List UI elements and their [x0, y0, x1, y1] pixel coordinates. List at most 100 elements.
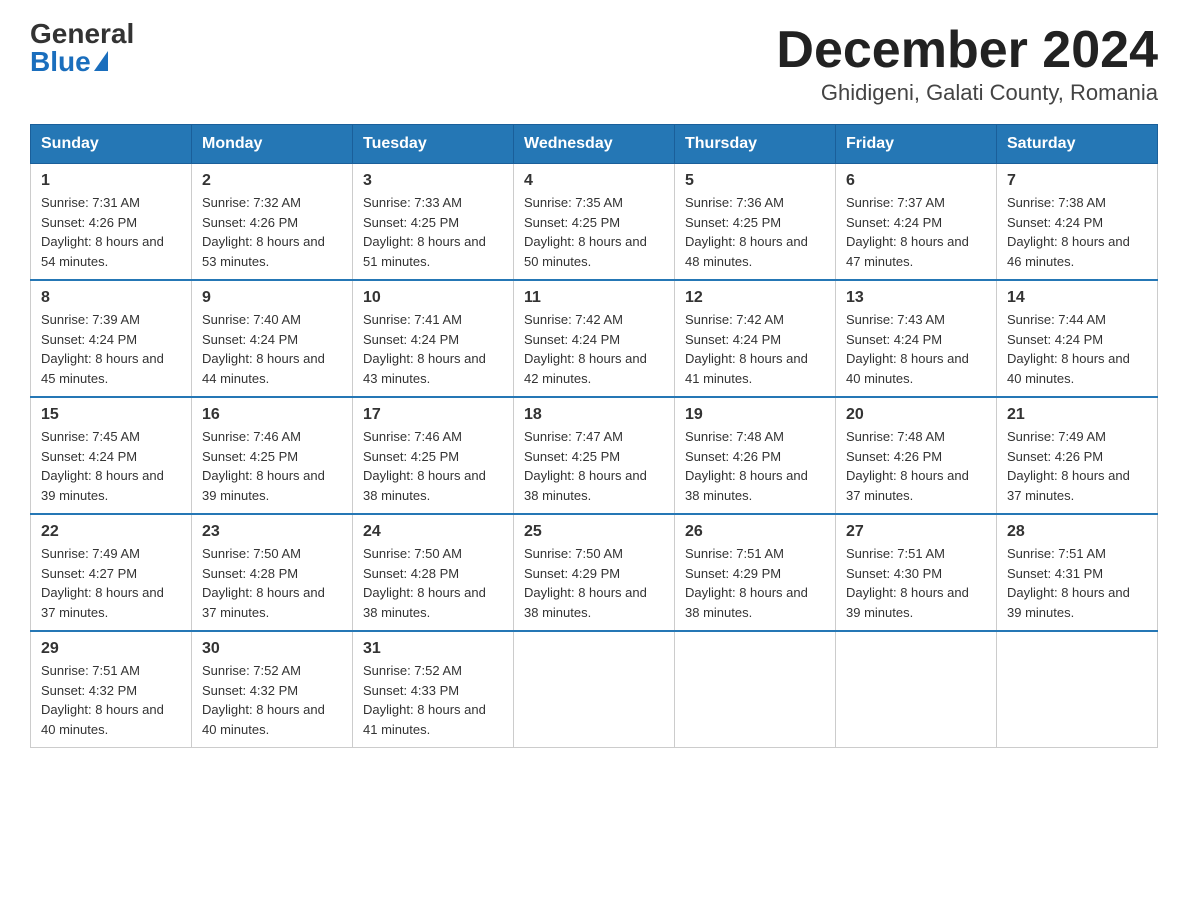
day-info: Sunrise: 7:40 AM Sunset: 4:24 PM Dayligh… — [202, 310, 342, 388]
calendar-cell: 26 Sunrise: 7:51 AM Sunset: 4:29 PM Dayl… — [675, 514, 836, 631]
day-info: Sunrise: 7:52 AM Sunset: 4:33 PM Dayligh… — [363, 661, 503, 739]
daylight-label: Daylight: 8 hours and 39 minutes. — [202, 468, 325, 503]
sunrise-label: Sunrise: 7:51 AM — [846, 546, 945, 561]
sunset-label: Sunset: 4:26 PM — [846, 449, 942, 464]
day-number: 13 — [846, 289, 986, 307]
day-number: 3 — [363, 172, 503, 190]
calendar-cell: 7 Sunrise: 7:38 AM Sunset: 4:24 PM Dayli… — [997, 164, 1158, 281]
calendar-subtitle: Ghidigeni, Galati County, Romania — [776, 80, 1158, 106]
sunrise-label: Sunrise: 7:51 AM — [1007, 546, 1106, 561]
day-info: Sunrise: 7:51 AM Sunset: 4:32 PM Dayligh… — [41, 661, 181, 739]
calendar-title: December 2024 — [776, 20, 1158, 80]
page-header: General Blue December 2024 Ghidigeni, Ga… — [30, 20, 1158, 106]
header-friday: Friday — [836, 125, 997, 164]
day-number: 23 — [202, 523, 342, 541]
sunrise-label: Sunrise: 7:47 AM — [524, 429, 623, 444]
day-info: Sunrise: 7:50 AM Sunset: 4:29 PM Dayligh… — [524, 544, 664, 622]
sunrise-label: Sunrise: 7:40 AM — [202, 312, 301, 327]
daylight-label: Daylight: 8 hours and 48 minutes. — [685, 234, 808, 269]
daylight-label: Daylight: 8 hours and 39 minutes. — [1007, 585, 1130, 620]
daylight-label: Daylight: 8 hours and 45 minutes. — [41, 351, 164, 386]
calendar-cell — [836, 631, 997, 748]
header-wednesday: Wednesday — [514, 125, 675, 164]
daylight-label: Daylight: 8 hours and 42 minutes. — [524, 351, 647, 386]
daylight-label: Daylight: 8 hours and 39 minutes. — [846, 585, 969, 620]
sunrise-label: Sunrise: 7:51 AM — [41, 663, 140, 678]
calendar-cell: 21 Sunrise: 7:49 AM Sunset: 4:26 PM Dayl… — [997, 397, 1158, 514]
header-monday: Monday — [192, 125, 353, 164]
daylight-label: Daylight: 8 hours and 40 minutes. — [202, 702, 325, 737]
sunset-label: Sunset: 4:24 PM — [846, 215, 942, 230]
calendar-cell: 30 Sunrise: 7:52 AM Sunset: 4:32 PM Dayl… — [192, 631, 353, 748]
sunrise-label: Sunrise: 7:35 AM — [524, 195, 623, 210]
calendar-week-1: 1 Sunrise: 7:31 AM Sunset: 4:26 PM Dayli… — [31, 164, 1158, 281]
calendar-cell: 27 Sunrise: 7:51 AM Sunset: 4:30 PM Dayl… — [836, 514, 997, 631]
calendar-week-2: 8 Sunrise: 7:39 AM Sunset: 4:24 PM Dayli… — [31, 280, 1158, 397]
daylight-label: Daylight: 8 hours and 47 minutes. — [846, 234, 969, 269]
sunset-label: Sunset: 4:24 PM — [685, 332, 781, 347]
day-info: Sunrise: 7:32 AM Sunset: 4:26 PM Dayligh… — [202, 193, 342, 271]
sunrise-label: Sunrise: 7:46 AM — [202, 429, 301, 444]
day-number: 5 — [685, 172, 825, 190]
daylight-label: Daylight: 8 hours and 37 minutes. — [202, 585, 325, 620]
day-number: 27 — [846, 523, 986, 541]
sunset-label: Sunset: 4:29 PM — [524, 566, 620, 581]
sunset-label: Sunset: 4:28 PM — [202, 566, 298, 581]
day-info: Sunrise: 7:42 AM Sunset: 4:24 PM Dayligh… — [685, 310, 825, 388]
sunset-label: Sunset: 4:25 PM — [524, 449, 620, 464]
calendar-cell: 4 Sunrise: 7:35 AM Sunset: 4:25 PM Dayli… — [514, 164, 675, 281]
daylight-label: Daylight: 8 hours and 50 minutes. — [524, 234, 647, 269]
header-thursday: Thursday — [675, 125, 836, 164]
day-info: Sunrise: 7:51 AM Sunset: 4:30 PM Dayligh… — [846, 544, 986, 622]
calendar-cell: 20 Sunrise: 7:48 AM Sunset: 4:26 PM Dayl… — [836, 397, 997, 514]
calendar-cell: 3 Sunrise: 7:33 AM Sunset: 4:25 PM Dayli… — [353, 164, 514, 281]
day-info: Sunrise: 7:39 AM Sunset: 4:24 PM Dayligh… — [41, 310, 181, 388]
sunset-label: Sunset: 4:33 PM — [363, 683, 459, 698]
calendar-cell: 24 Sunrise: 7:50 AM Sunset: 4:28 PM Dayl… — [353, 514, 514, 631]
sunset-label: Sunset: 4:26 PM — [202, 215, 298, 230]
sunrise-label: Sunrise: 7:36 AM — [685, 195, 784, 210]
day-info: Sunrise: 7:36 AM Sunset: 4:25 PM Dayligh… — [685, 193, 825, 271]
day-number: 16 — [202, 406, 342, 424]
day-number: 19 — [685, 406, 825, 424]
calendar-week-5: 29 Sunrise: 7:51 AM Sunset: 4:32 PM Dayl… — [31, 631, 1158, 748]
sunrise-label: Sunrise: 7:44 AM — [1007, 312, 1106, 327]
logo-general-text: General — [30, 20, 134, 48]
calendar-cell: 28 Sunrise: 7:51 AM Sunset: 4:31 PM Dayl… — [997, 514, 1158, 631]
day-info: Sunrise: 7:47 AM Sunset: 4:25 PM Dayligh… — [524, 427, 664, 505]
sunrise-label: Sunrise: 7:39 AM — [41, 312, 140, 327]
day-info: Sunrise: 7:33 AM Sunset: 4:25 PM Dayligh… — [363, 193, 503, 271]
sunset-label: Sunset: 4:25 PM — [524, 215, 620, 230]
title-block: December 2024 Ghidigeni, Galati County, … — [776, 20, 1158, 106]
sunrise-label: Sunrise: 7:46 AM — [363, 429, 462, 444]
day-info: Sunrise: 7:49 AM Sunset: 4:26 PM Dayligh… — [1007, 427, 1147, 505]
calendar-header-row: SundayMondayTuesdayWednesdayThursdayFrid… — [31, 125, 1158, 164]
sunset-label: Sunset: 4:24 PM — [1007, 332, 1103, 347]
calendar-cell: 16 Sunrise: 7:46 AM Sunset: 4:25 PM Dayl… — [192, 397, 353, 514]
calendar-cell — [514, 631, 675, 748]
header-saturday: Saturday — [997, 125, 1158, 164]
daylight-label: Daylight: 8 hours and 40 minutes. — [846, 351, 969, 386]
sunrise-label: Sunrise: 7:43 AM — [846, 312, 945, 327]
sunset-label: Sunset: 4:24 PM — [41, 449, 137, 464]
sunset-label: Sunset: 4:24 PM — [524, 332, 620, 347]
sunset-label: Sunset: 4:32 PM — [202, 683, 298, 698]
calendar-week-3: 15 Sunrise: 7:45 AM Sunset: 4:24 PM Dayl… — [31, 397, 1158, 514]
sunrise-label: Sunrise: 7:45 AM — [41, 429, 140, 444]
day-number: 24 — [363, 523, 503, 541]
day-number: 30 — [202, 640, 342, 658]
daylight-label: Daylight: 8 hours and 38 minutes. — [685, 585, 808, 620]
sunset-label: Sunset: 4:24 PM — [41, 332, 137, 347]
calendar-cell: 2 Sunrise: 7:32 AM Sunset: 4:26 PM Dayli… — [192, 164, 353, 281]
logo-triangle-icon — [94, 51, 108, 71]
sunset-label: Sunset: 4:32 PM — [41, 683, 137, 698]
day-number: 22 — [41, 523, 181, 541]
daylight-label: Daylight: 8 hours and 41 minutes. — [685, 351, 808, 386]
sunrise-label: Sunrise: 7:52 AM — [363, 663, 462, 678]
sunrise-label: Sunrise: 7:32 AM — [202, 195, 301, 210]
day-info: Sunrise: 7:31 AM Sunset: 4:26 PM Dayligh… — [41, 193, 181, 271]
sunrise-label: Sunrise: 7:37 AM — [846, 195, 945, 210]
day-number: 25 — [524, 523, 664, 541]
sunrise-label: Sunrise: 7:50 AM — [363, 546, 462, 561]
sunrise-label: Sunrise: 7:31 AM — [41, 195, 140, 210]
